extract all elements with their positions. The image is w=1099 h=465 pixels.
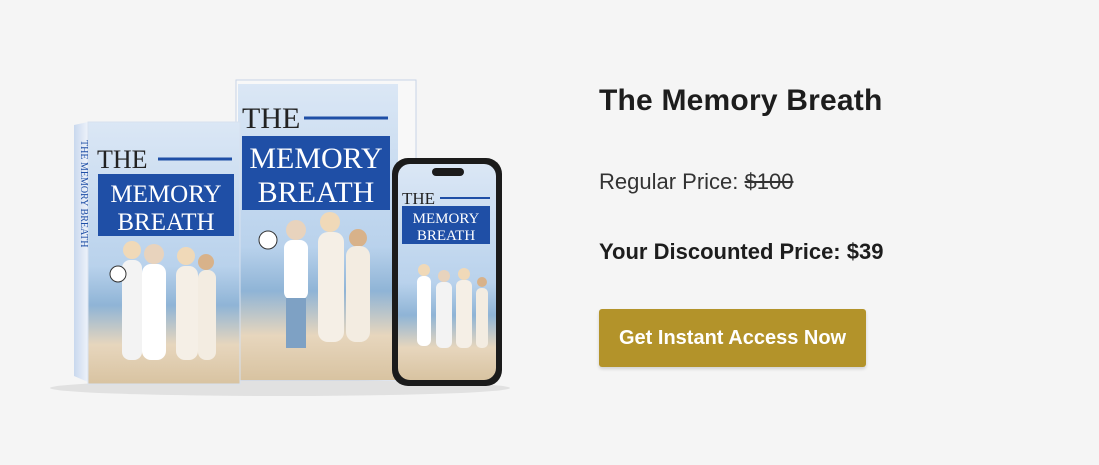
paperback-title-memory: MEMORY [110, 181, 221, 208]
offer-details: The Memory Breath Regular Price: $100 Yo… [599, 84, 1059, 367]
paperback-title-the: THE [97, 145, 148, 174]
discounted-price: Your Discounted Price: $39 [599, 239, 884, 264]
regular-price-value: $100 [744, 169, 794, 194]
get-instant-access-button[interactable]: Get Instant Access Now [599, 309, 867, 367]
regular-price-label: Regular Price: [599, 169, 739, 194]
phone-title-the: THE [402, 189, 435, 208]
product-title: The Memory Breath [599, 84, 883, 117]
hardcover-title-the: THE [242, 102, 300, 135]
paperback-title-breath: BREATH [117, 209, 214, 236]
paperback-book: THE MEMORY BREATH THE MEMORY BREATH [74, 121, 241, 385]
hardcover-book: THE MEMORY BREATH [235, 79, 417, 381]
spine-title: THE MEMORY BREATH [78, 140, 89, 247]
product-bundle-image: THE MEMORY BREATH THE MEMORY BREATH THE … [50, 79, 510, 396]
regular-price-line: Regular Price: $100 [599, 169, 1059, 195]
phone-title-memory: MEMORY [413, 211, 480, 227]
hardcover-title-breath: BREATH [258, 176, 375, 209]
phone-title-breath: BREATH [417, 228, 476, 244]
hardcover-title-memory: MEMORY [249, 142, 382, 175]
phone-mockup: THE MEMORY BREATH [392, 158, 502, 386]
